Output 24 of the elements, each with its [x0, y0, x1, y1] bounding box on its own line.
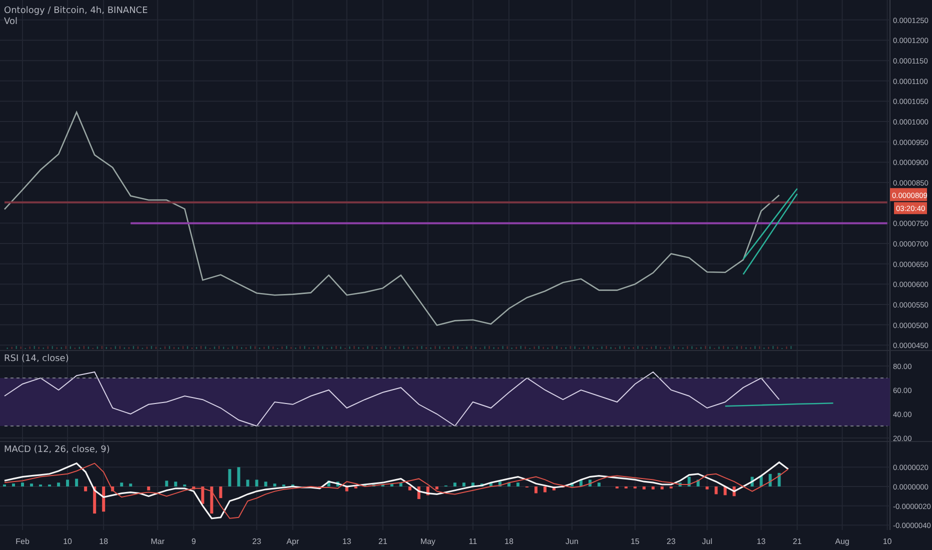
- time-label: 9: [191, 537, 196, 546]
- time-label: Apr: [286, 537, 299, 546]
- time-label: 13: [342, 537, 352, 546]
- time-label: 10: [63, 537, 72, 546]
- time-label: 23: [252, 537, 262, 546]
- time-label: Jun: [566, 537, 578, 546]
- time-label: Jul: [702, 537, 712, 546]
- volume-label: Vol: [4, 17, 18, 27]
- time-label: 10: [882, 537, 892, 546]
- time-label: Feb: [16, 537, 30, 546]
- symbol-title: Ontology / Bitcoin, 4h, BINANCE: [4, 6, 148, 16]
- time-label: 18: [99, 537, 108, 546]
- time-label: Aug: [835, 537, 850, 546]
- time-label: Mar: [150, 537, 165, 546]
- time-label: 15: [630, 537, 640, 546]
- time-label: 23: [666, 537, 676, 546]
- time-label: 13: [756, 537, 766, 546]
- indicator-title: MACD (12, 26, close, 9): [4, 445, 110, 455]
- time-label: 11: [468, 537, 478, 546]
- time-label: 21: [792, 537, 802, 546]
- time-label: 21: [378, 537, 388, 546]
- time-label: 18: [504, 537, 514, 546]
- indicator-title: RSI (14, close): [4, 354, 69, 364]
- time-label: May: [420, 537, 436, 546]
